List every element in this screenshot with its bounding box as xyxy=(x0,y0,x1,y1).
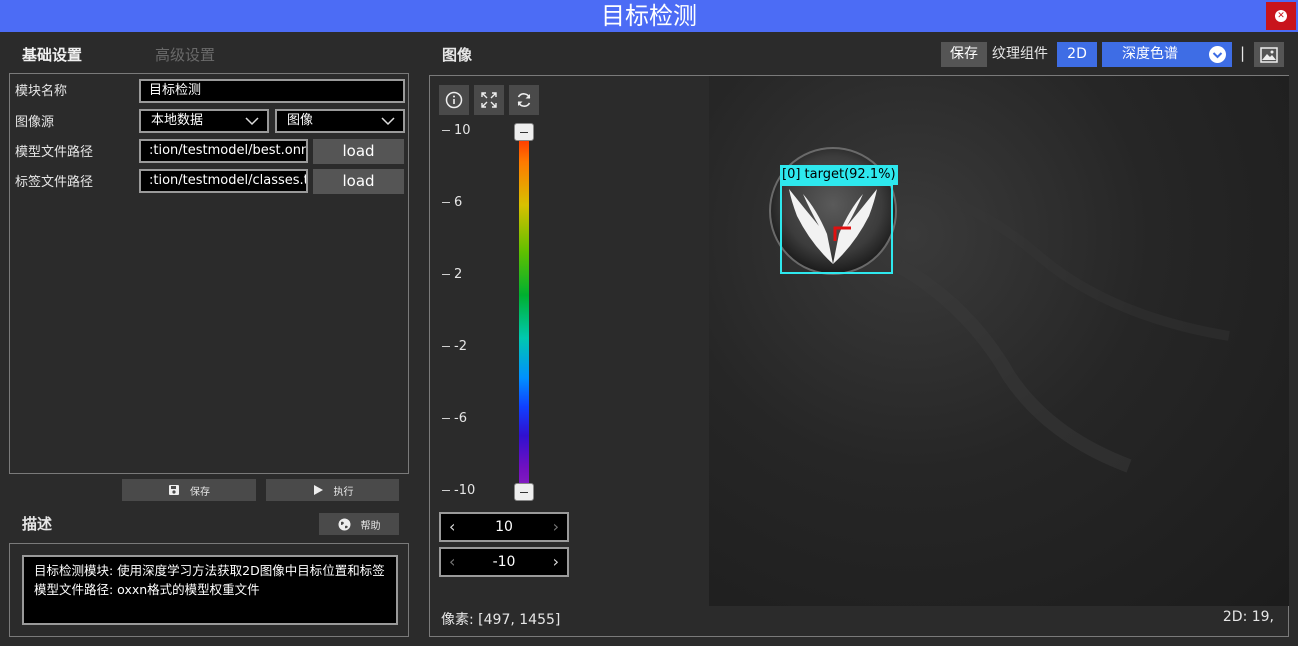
chevron-down-icon xyxy=(1209,46,1226,63)
close-icon: ✕ xyxy=(1275,10,1287,22)
tab-basic-settings[interactable]: 基础设置 xyxy=(22,44,82,65)
tab-advanced-settings[interactable]: 高级设置 xyxy=(155,44,215,65)
load-labels-button[interactable]: load xyxy=(313,169,404,194)
image-save-button[interactable]: 保存 xyxy=(941,42,987,67)
description-title: 描述 xyxy=(22,515,53,533)
label-path-input[interactable]: :tion/testmodel/classes.txt xyxy=(139,169,308,193)
upper-value-spinbox[interactable]: ‹ 10 › xyxy=(439,512,569,542)
image-canvas[interactable]: [0] target(92.1%) xyxy=(709,76,1289,606)
globe-icon xyxy=(338,518,350,530)
colorbar-tick: -10 xyxy=(442,483,475,498)
title-bar: 目标检测 ✕ xyxy=(0,0,1298,32)
colorbar-tick: -6 xyxy=(442,411,467,426)
depth-value-status: 2D: 19, xyxy=(1222,609,1274,625)
load-model-button[interactable]: load xyxy=(313,139,404,164)
play-icon xyxy=(313,485,323,495)
detection-box[interactable] xyxy=(780,184,893,274)
module-name-label: 模块名称 xyxy=(15,84,68,99)
close-button[interactable]: ✕ xyxy=(1266,2,1296,30)
toolbar-separator: | xyxy=(1240,44,1246,62)
description-panel: 目标检测模块: 使用深度学习方法获取2D图像中目标位置和标签 模型文件路径: o… xyxy=(9,543,409,637)
decrement-arrow-icon[interactable]: ‹ xyxy=(449,549,455,575)
model-path-input[interactable]: :tion/testmodel/best.onnx xyxy=(139,139,308,163)
description-line-1: 目标检测模块: 使用深度学习方法获取2D图像中目标位置和标签 xyxy=(34,563,385,578)
save-label: 保存 xyxy=(190,486,210,498)
increment-arrow-icon[interactable]: › xyxy=(553,549,559,575)
image-view-button[interactable] xyxy=(1254,42,1284,67)
colorbar-upper-handle[interactable] xyxy=(514,123,534,141)
pixel-coordinate-status: 像素: [497, 1455] xyxy=(441,612,561,628)
fullscreen-button[interactable] xyxy=(474,85,504,115)
label-path-label: 标签文件路径 xyxy=(15,175,94,190)
description-text: 目标检测模块: 使用深度学习方法获取2D图像中目标位置和标签 模型文件路径: o… xyxy=(22,555,398,625)
image-panel-title: 图像 xyxy=(442,46,473,64)
module-name-input[interactable]: 目标检测 xyxy=(139,79,405,103)
colorbar-tick: -2 xyxy=(442,339,467,354)
depth-colorbar xyxy=(519,133,529,493)
help-label: 帮助 xyxy=(360,520,381,532)
image-viewer: 10 6 2 -2 -6 -10 ‹ 10 › ‹ -10 › [0] targ… xyxy=(429,75,1289,637)
save-icon xyxy=(169,485,179,495)
chevron-down-icon xyxy=(381,117,395,126)
colorbar-tick: 2 xyxy=(442,267,462,282)
image-type-value: 图像 xyxy=(287,113,314,128)
info-icon xyxy=(445,91,463,109)
colorbar-lower-handle[interactable] xyxy=(514,483,534,501)
mode-2d-button[interactable]: 2D xyxy=(1057,42,1097,67)
image-source-label: 图像源 xyxy=(15,115,55,130)
colorbar-tick: 10 xyxy=(442,123,471,138)
image-source-select[interactable]: 本地数据 xyxy=(139,109,269,133)
inspection-image xyxy=(769,147,1230,473)
fullscreen-icon xyxy=(481,92,497,108)
help-button[interactable]: 帮助 xyxy=(319,513,399,535)
image-icon xyxy=(1260,46,1278,63)
model-path-label: 模型文件路径 xyxy=(15,145,94,160)
colormap-value: 深度色谱 xyxy=(1122,46,1178,62)
execute-button[interactable]: 执行 xyxy=(266,479,399,501)
refresh-button[interactable] xyxy=(509,85,539,115)
increment-arrow-icon[interactable]: › xyxy=(553,514,559,540)
upper-value: 10 xyxy=(495,519,513,535)
lower-value: -10 xyxy=(492,554,516,570)
image-type-select[interactable]: 图像 xyxy=(275,109,405,133)
detection-label: [0] target(92.1%) xyxy=(780,165,898,185)
description-line-2: 模型文件路径: oxxn格式的模型权重文件 xyxy=(34,582,260,597)
parameter-panel: 模块名称 目标检测 图像源 本地数据 图像 模型文件路径 :tion/testm… xyxy=(9,73,409,474)
image-source-value: 本地数据 xyxy=(151,113,204,128)
chevron-down-icon xyxy=(245,117,259,126)
execute-label: 执行 xyxy=(333,486,354,498)
info-button[interactable] xyxy=(439,85,469,115)
window-title: 目标检测 xyxy=(601,2,697,30)
colorbar-tick: 6 xyxy=(442,195,462,210)
decrement-arrow-icon[interactable]: ‹ xyxy=(449,514,455,540)
colormap-dropdown[interactable]: 深度色谱 xyxy=(1102,42,1232,67)
save-button[interactable]: 保存 xyxy=(122,479,256,501)
texture-component-label: 纹理组件 xyxy=(992,46,1048,62)
lower-value-spinbox[interactable]: ‹ -10 › xyxy=(439,547,569,577)
refresh-icon xyxy=(517,93,531,107)
